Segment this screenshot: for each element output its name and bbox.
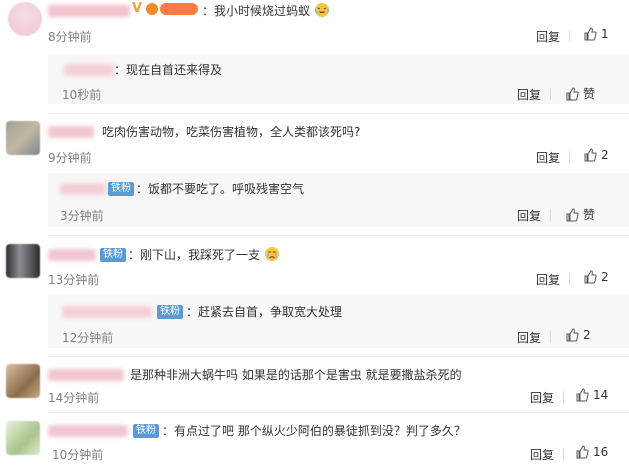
like-button[interactable]: 1	[583, 27, 609, 41]
like-button[interactable]: 2	[583, 148, 609, 162]
comment-text-content: ：我小时候烧过蚂蚁	[202, 4, 311, 18]
like-count: 2	[583, 328, 591, 342]
reply-button[interactable]: 回复	[517, 86, 541, 103]
like-label: 赞	[583, 208, 596, 222]
like-count: 2	[601, 148, 609, 162]
divider	[569, 273, 570, 285]
comment-text: 是那种非洲大蜗牛吗 如果是的话那个是害虫 就是要撒盐杀死的	[130, 368, 462, 382]
username-blurred[interactable]	[48, 126, 94, 138]
verified-v-badge: V	[132, 1, 143, 16]
comment-text: ：有点过了吧 那个纵火少阿伯的暴徒抓到没？判了多久？	[162, 424, 466, 438]
like-count: 1	[601, 27, 609, 41]
separator	[48, 412, 629, 413]
reply-username-blurred[interactable]	[64, 64, 114, 76]
divider	[569, 151, 570, 163]
reply-time: 3分钟前	[60, 209, 104, 223]
reply-button[interactable]: 回复	[517, 329, 541, 346]
reply-button[interactable]: 回复	[530, 389, 554, 406]
thumbs-up-icon	[584, 148, 597, 162]
reply-text: ：赶紧去自首，争取宽大处理	[186, 305, 343, 319]
reply-button[interactable]: 回复	[536, 271, 560, 288]
reply-time: 10秒前	[62, 88, 102, 102]
fan-badge: 铁粉	[100, 248, 126, 262]
reply-username-blurred[interactable]	[62, 306, 152, 318]
reply-time: 12分钟前	[62, 331, 114, 345]
reply-button[interactable]: 回复	[536, 149, 560, 166]
comment-time: 14分钟前	[48, 391, 100, 405]
fan-badge: 铁粉	[157, 305, 183, 319]
reply-button[interactable]: 回复	[536, 28, 560, 45]
comment-text: ：刚下山，我踩死了一支	[128, 246, 280, 265]
comment-text: 吃肉伤害动物，吃菜伤害植物，全人类都该死吗?	[102, 125, 361, 139]
thumbs-up-icon	[584, 27, 597, 41]
avatar[interactable]	[8, 2, 42, 36]
thumbs-up-icon	[576, 388, 589, 402]
divider	[563, 391, 564, 403]
username-blurred[interactable]	[48, 5, 130, 17]
vip-badge-icon	[146, 3, 158, 15]
comment-time: 8分钟前	[48, 30, 92, 44]
username-blurred[interactable]	[48, 249, 96, 261]
avatar[interactable]	[6, 364, 40, 398]
reply-text: ：饭都不要吃了。呼吸残害空气	[136, 182, 305, 196]
fan-badge: 铁粉	[133, 424, 159, 438]
like-button[interactable]: 2	[565, 328, 591, 342]
like-count: 14	[593, 388, 609, 402]
reply-username-blurred[interactable]	[60, 183, 106, 195]
like-count: 16	[593, 445, 609, 459]
member-badge	[160, 3, 198, 15]
thumbs-up-icon	[566, 207, 579, 221]
avatar[interactable]	[6, 244, 40, 278]
avatar[interactable]	[6, 421, 40, 455]
comment-text: ：我小时候烧过蚂蚁	[202, 2, 330, 21]
like-button[interactable]: 赞	[565, 206, 595, 223]
like-button[interactable]: 赞	[565, 85, 595, 102]
crying-emoji	[264, 246, 280, 265]
avatar[interactable]	[6, 121, 40, 155]
fan-badge: 铁粉	[108, 182, 134, 196]
comment-time: 10分钟前	[52, 448, 104, 462]
comment-time: 9分钟前	[48, 151, 92, 165]
separator	[48, 235, 629, 236]
thumbs-up-icon	[584, 270, 597, 284]
comment-time: 13分钟前	[48, 273, 100, 287]
divider	[550, 331, 551, 343]
crying-laughing-emoji	[314, 2, 330, 21]
reply-button[interactable]: 回复	[530, 446, 554, 463]
reply-button[interactable]: 回复	[517, 207, 541, 224]
like-button[interactable]: 2	[583, 270, 609, 284]
username-blurred[interactable]	[48, 425, 128, 437]
thumbs-up-icon	[566, 328, 579, 342]
divider	[563, 448, 564, 460]
thumbs-up-icon	[576, 445, 589, 459]
like-count: 2	[601, 270, 609, 284]
username-blurred[interactable]	[48, 369, 124, 381]
divider	[550, 209, 551, 221]
like-label: 赞	[583, 87, 596, 101]
reply-text: ：现在自首还来得及	[114, 63, 223, 77]
separator	[48, 113, 629, 114]
divider	[550, 88, 551, 100]
thumbs-up-icon	[566, 86, 579, 100]
like-button[interactable]: 14	[575, 388, 608, 402]
divider	[569, 30, 570, 42]
like-button[interactable]: 16	[575, 445, 608, 459]
comment-thread: V ：我小时候烧过蚂蚁 8分钟前 回复 1 ：现在自首还来得及 10秒前 回复 …	[0, 0, 629, 465]
separator	[48, 356, 629, 357]
comment-text-content: ：刚下山，我踩死了一支	[128, 248, 261, 262]
